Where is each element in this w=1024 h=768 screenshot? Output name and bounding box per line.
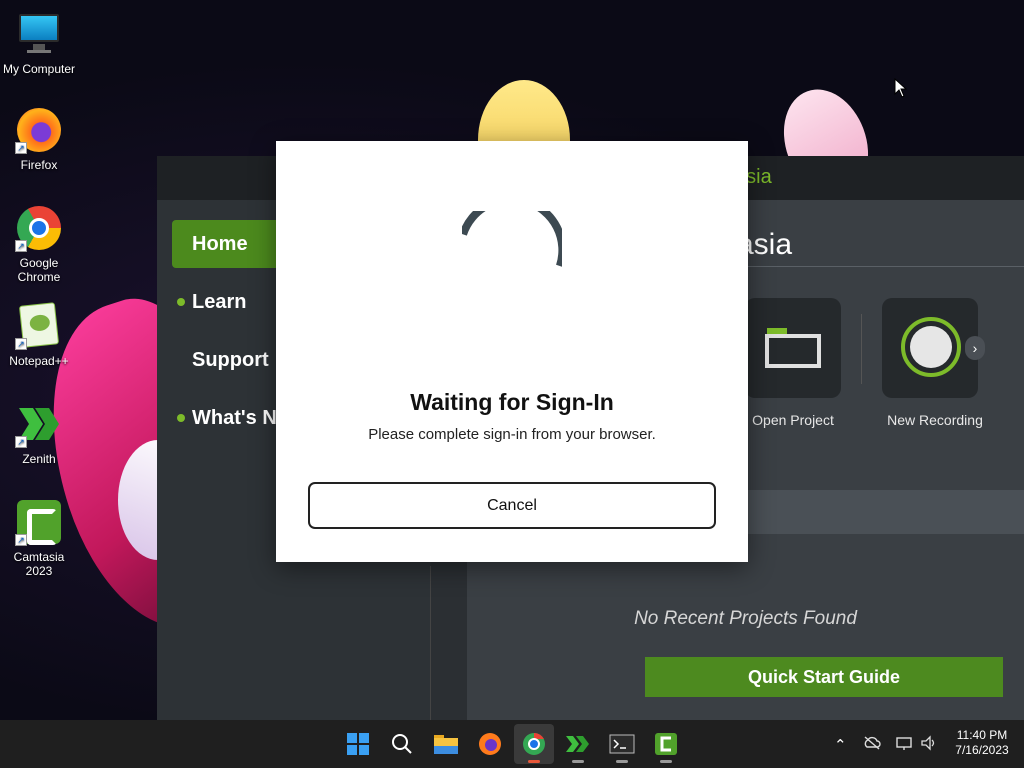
start-button[interactable] xyxy=(338,724,378,764)
chevron-right-icon[interactable]: › xyxy=(965,336,985,360)
divider xyxy=(430,566,431,720)
desktop-icon-my-computer[interactable]: My Computer xyxy=(0,10,78,76)
desktop-icon-camtasia[interactable]: ↗ Camtasia 2023 xyxy=(0,498,78,578)
clock-time: 11:40 PM xyxy=(956,728,1008,742)
dialog-title: Waiting for Sign-In xyxy=(410,389,614,415)
file-explorer-icon xyxy=(434,735,458,754)
desktop-icon-label: My Computer xyxy=(2,62,76,76)
new-dot-icon xyxy=(177,298,185,306)
sign-in-dialog: Waiting for Sign-In Please complete sign… xyxy=(276,141,748,562)
new-recording-tile[interactable] xyxy=(882,298,978,398)
search-icon xyxy=(392,734,412,754)
cloud-offline-icon[interactable] xyxy=(863,735,881,751)
desktop-icon-label: Notepad++ xyxy=(9,354,69,368)
camtasia-icon: ↗ xyxy=(15,498,63,546)
taskbar-camtasia[interactable] xyxy=(646,724,686,764)
taskbar-firefox[interactable] xyxy=(470,724,510,764)
notepadpp-icon: ↗ xyxy=(15,302,63,350)
taskbar-terminal[interactable] xyxy=(602,724,642,764)
zenith-icon xyxy=(566,736,589,752)
desktop-icon-chrome[interactable]: ↗ Google Chrome xyxy=(0,204,78,284)
chrome-icon: ↗ xyxy=(15,204,63,252)
camtasia-icon xyxy=(655,733,677,755)
taskbar-clock[interactable]: 11:40 PM 7/16/2023 xyxy=(940,728,1024,758)
desktop-icon-zenith[interactable]: ↗ Zenith xyxy=(0,400,78,466)
nav-item-label: What's N xyxy=(192,407,277,429)
volume-icon[interactable] xyxy=(920,735,938,751)
desktop-icon-label: Camtasia 2023 xyxy=(13,550,65,578)
divider xyxy=(861,314,862,384)
desktop-icon-notepadpp[interactable]: ↗ Notepad++ xyxy=(0,302,78,368)
network-icon[interactable] xyxy=(895,735,913,751)
desktop-icon-label: Firefox xyxy=(20,158,58,172)
dialog-message: Please complete sign-in from your browse… xyxy=(368,426,656,443)
taskbar-search-button[interactable] xyxy=(382,724,422,764)
desktop-icon-label: Google Chrome xyxy=(17,256,61,284)
record-icon xyxy=(901,317,961,377)
taskbar-file-explorer[interactable] xyxy=(426,724,466,764)
running-indicator xyxy=(528,760,540,763)
no-recent-projects-text: No Recent Projects Found xyxy=(634,608,857,629)
firefox-icon: ↗ xyxy=(15,106,63,154)
start-icon xyxy=(347,733,369,755)
open-project-tile[interactable] xyxy=(745,298,841,398)
running-indicator xyxy=(572,760,584,763)
taskbar-chrome[interactable] xyxy=(514,724,554,764)
taskbar: ⌃ xyxy=(0,720,1024,768)
chrome-icon xyxy=(523,732,545,755)
computer-icon xyxy=(15,10,63,58)
nav-item-label: Home xyxy=(192,233,248,255)
folder-icon xyxy=(765,328,821,368)
zenith-icon: ↗ xyxy=(15,400,63,448)
cancel-button[interactable]: Cancel xyxy=(308,482,716,529)
quick-start-guide-button[interactable]: Quick Start Guide xyxy=(645,657,1003,697)
nav-item-label: Support xyxy=(192,349,269,371)
clock-date: 7/16/2023 xyxy=(955,743,1009,757)
desktop-icon-firefox[interactable]: ↗ Firefox xyxy=(0,106,78,172)
loading-spinner-icon xyxy=(462,211,562,267)
desktop-icon-label: Zenith xyxy=(22,452,56,466)
terminal-icon xyxy=(609,734,635,754)
running-indicator xyxy=(616,760,628,763)
running-indicator xyxy=(660,760,672,763)
new-dot-icon xyxy=(177,414,185,422)
mouse-cursor-icon xyxy=(894,78,908,98)
firefox-icon xyxy=(479,733,501,755)
tile-label: New Recording xyxy=(887,412,983,428)
taskbar-zenith[interactable] xyxy=(558,724,598,764)
chevron-up-icon[interactable]: ⌃ xyxy=(834,736,847,754)
nav-item-label: Learn xyxy=(192,291,247,313)
